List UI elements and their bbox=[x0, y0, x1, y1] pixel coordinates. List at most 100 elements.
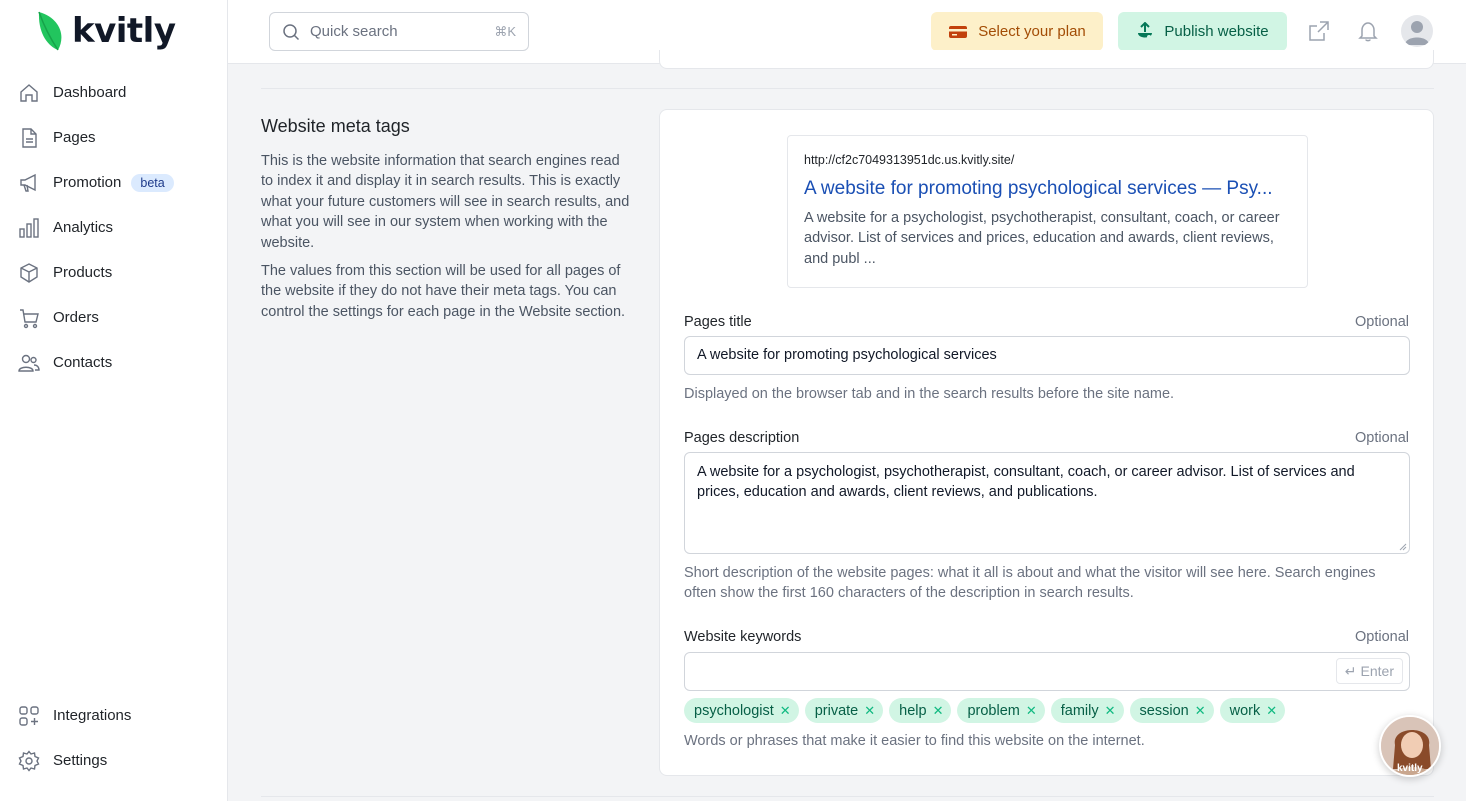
section-title: Website meta tags bbox=[261, 116, 410, 136]
keyword-tag[interactable]: problem ✕ bbox=[957, 698, 1045, 723]
brand-name: kvitly bbox=[72, 11, 176, 51]
remove-tag-icon[interactable]: ✕ bbox=[1026, 703, 1037, 719]
remove-tag-icon[interactable]: ✕ bbox=[780, 703, 791, 719]
publish-website-button[interactable]: Publish website bbox=[1118, 12, 1287, 51]
sidebar-item-label: Integrations bbox=[53, 707, 132, 724]
sidebar-item-settings[interactable]: Settings bbox=[0, 738, 228, 783]
sidebar: kvitly Dashboard Pages Promotion beta An… bbox=[0, 0, 228, 801]
sidebar-item-label: Dashboard bbox=[53, 84, 127, 101]
search-shortcut: ⌘K bbox=[494, 23, 516, 39]
keyword-tag[interactable]: work ✕ bbox=[1219, 698, 1286, 723]
keyword-text: psychologist bbox=[694, 702, 774, 719]
main-nav: Dashboard Pages Promotion beta Analytics bbox=[0, 70, 228, 385]
optional-label: Optional bbox=[1354, 430, 1409, 446]
remove-tag-icon[interactable]: ✕ bbox=[933, 703, 944, 719]
keyword-text: session bbox=[1139, 702, 1189, 719]
keyword-tag[interactable]: private ✕ bbox=[804, 698, 884, 723]
keyword-tag[interactable]: family ✕ bbox=[1050, 698, 1124, 723]
keyword-tag[interactable]: help ✕ bbox=[889, 698, 952, 723]
users-icon bbox=[18, 352, 40, 374]
sidebar-item-label: Promotion bbox=[53, 174, 122, 191]
logo[interactable]: kvitly bbox=[36, 10, 176, 52]
megaphone-icon bbox=[18, 172, 40, 194]
sidebar-item-label: Products bbox=[53, 264, 113, 281]
chat-widget-label: kvitly bbox=[1397, 763, 1423, 774]
bottom-nav: Integrations Settings bbox=[0, 693, 228, 783]
preview-description: A website for a psychologist, psychother… bbox=[804, 210, 1280, 267]
home-icon bbox=[18, 82, 40, 104]
select-plan-button[interactable]: Select your plan bbox=[931, 12, 1103, 51]
publish-website-label: Publish website bbox=[1164, 23, 1269, 40]
sidebar-item-label: Pages bbox=[53, 129, 96, 146]
remove-tag-icon[interactable]: ✕ bbox=[1195, 703, 1206, 719]
sidebar-item-products[interactable]: Products bbox=[0, 250, 228, 295]
keyword-text: problem bbox=[967, 702, 1020, 719]
search-placeholder: Quick search bbox=[310, 23, 398, 40]
preview-url: http://cf2c7049313951dc.us.kvitly.site/ bbox=[804, 153, 1015, 167]
chat-support-button[interactable]: kvitly bbox=[1379, 715, 1441, 777]
pages-description-textarea[interactable]: A website for a psychologist, psychother… bbox=[684, 452, 1410, 554]
resize-handle-icon[interactable] bbox=[1399, 543, 1407, 551]
leaf-logo-icon bbox=[38, 11, 62, 51]
website-keywords-help: Words or phrases that make it easier to … bbox=[684, 733, 1145, 749]
box-icon bbox=[18, 262, 40, 284]
optional-label: Optional bbox=[1354, 629, 1409, 645]
website-keywords-label: Website keywords bbox=[684, 629, 802, 645]
keyword-tags: psychologist ✕ private ✕ help ✕ problem ✕ fa… bbox=[684, 698, 1286, 723]
remove-tag-icon[interactable]: ✕ bbox=[1266, 703, 1277, 719]
optional-label: Optional bbox=[1354, 314, 1409, 330]
sidebar-item-label: Contacts bbox=[53, 354, 113, 371]
bar-chart-icon bbox=[18, 217, 40, 239]
sidebar-item-analytics[interactable]: Analytics bbox=[0, 205, 228, 250]
beta-badge: beta bbox=[131, 173, 174, 192]
quick-search-input[interactable]: Quick search ⌘K bbox=[269, 12, 529, 51]
keyword-text: work bbox=[1229, 702, 1261, 719]
section-description: This is the website information that sea… bbox=[261, 153, 630, 251]
pages-title-input[interactable]: A website for promoting psychological se… bbox=[684, 336, 1410, 375]
previous-card-edge bbox=[659, 50, 1434, 69]
enter-arrow-icon: ↵ bbox=[1344, 662, 1357, 679]
select-plan-label: Select your plan bbox=[978, 23, 1086, 40]
user-avatar[interactable] bbox=[1401, 15, 1433, 47]
sidebar-item-label: Settings bbox=[53, 752, 108, 769]
section-description: The values from this section will be use… bbox=[261, 263, 626, 320]
pages-title-label: Pages title bbox=[684, 314, 752, 330]
enter-key-button[interactable]: ↵ Enter bbox=[1335, 658, 1403, 684]
remove-tag-icon[interactable]: ✕ bbox=[864, 703, 875, 719]
enter-key-label: Enter bbox=[1360, 663, 1394, 679]
bell-icon[interactable] bbox=[1355, 18, 1381, 44]
preview-title: A website for promoting psychological se… bbox=[804, 178, 1273, 199]
section-divider bbox=[261, 88, 1434, 89]
sidebar-item-label: Orders bbox=[53, 309, 99, 326]
pages-description-value: A website for a psychologist, psychother… bbox=[697, 464, 1355, 501]
website-keywords-input[interactable]: ↵ Enter bbox=[684, 652, 1410, 691]
credit-card-icon bbox=[949, 25, 968, 38]
cart-icon bbox=[18, 307, 40, 329]
publish-icon bbox=[1138, 21, 1153, 39]
sidebar-item-pages[interactable]: Pages bbox=[0, 115, 228, 160]
sidebar-item-promotion[interactable]: Promotion beta bbox=[0, 160, 228, 205]
remove-tag-icon[interactable]: ✕ bbox=[1105, 703, 1116, 719]
keyword-text: family bbox=[1060, 702, 1099, 719]
sidebar-item-label: Analytics bbox=[53, 219, 114, 236]
sidebar-item-orders[interactable]: Orders bbox=[0, 295, 228, 340]
pages-title-value: A website for promoting psychological se… bbox=[697, 347, 997, 363]
grid-plus-icon bbox=[18, 705, 40, 727]
meta-tags-card: http://cf2c7049313951dc.us.kvitly.site/ … bbox=[659, 109, 1434, 776]
search-icon bbox=[283, 23, 300, 40]
pages-description-help: Short description of the website pages: … bbox=[684, 565, 1376, 602]
keyword-tag[interactable]: psychologist ✕ bbox=[684, 698, 799, 723]
sidebar-item-integrations[interactable]: Integrations bbox=[0, 693, 228, 738]
pages-description-label: Pages description bbox=[684, 430, 800, 446]
keyword-text: private bbox=[814, 702, 859, 719]
file-icon bbox=[18, 127, 40, 149]
keyword-text: help bbox=[899, 702, 927, 719]
pages-title-help: Displayed on the browser tab and in the … bbox=[684, 386, 1175, 402]
keyword-tag[interactable]: session ✕ bbox=[1129, 698, 1214, 723]
search-preview: http://cf2c7049313951dc.us.kvitly.site/ … bbox=[787, 135, 1308, 288]
external-link-icon[interactable] bbox=[1306, 18, 1332, 44]
section-divider bbox=[261, 796, 1434, 797]
sidebar-item-contacts[interactable]: Contacts bbox=[0, 340, 228, 385]
gear-icon bbox=[18, 749, 40, 772]
sidebar-item-dashboard[interactable]: Dashboard bbox=[0, 70, 228, 115]
